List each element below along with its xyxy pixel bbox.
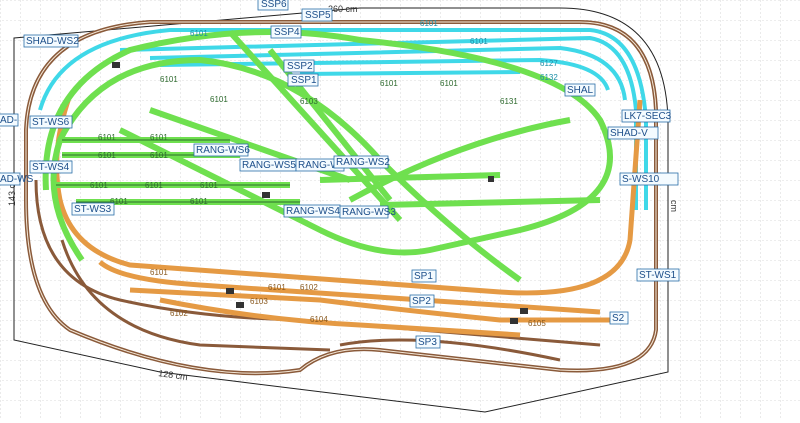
- label-ssp1[interactable]: SSP1: [287, 73, 319, 87]
- track-number: 6101: [150, 151, 168, 160]
- track-number: 6127: [540, 59, 558, 68]
- svg-text:RANG-WS5: RANG-WS5: [242, 160, 296, 171]
- svg-text:SHAL: SHAL: [567, 85, 594, 96]
- track-number: 6132: [540, 73, 558, 82]
- label-lk7-sec3[interactable]: LK7-SEC3: [621, 109, 672, 123]
- track-number: 6101: [160, 75, 178, 84]
- svg-text:ST-WS4: ST-WS4: [32, 162, 70, 173]
- track-number: 6101: [150, 268, 168, 277]
- track-plan-canvas: 260 cm 143 cm cm 128 cm 6101 6101 6101 6…: [0, 0, 800, 418]
- label-ssp2[interactable]: SSP2: [283, 59, 315, 73]
- track-number: 6104: [310, 315, 328, 324]
- label-ssp4[interactable]: SSP4: [270, 25, 302, 39]
- track-number: 6101: [380, 79, 398, 88]
- label-ad[interactable]: AD-: [0, 113, 19, 127]
- label-shal[interactable]: SHAL: [564, 83, 596, 97]
- track-number: 6101: [98, 133, 116, 142]
- svg-text:SHAD-V: SHAD-V: [610, 128, 648, 139]
- dimension-right: cm: [669, 200, 679, 212]
- track-number: 6101: [150, 133, 168, 142]
- svg-text:ST-WS6: ST-WS6: [32, 117, 70, 128]
- track-number: 6101: [210, 95, 228, 104]
- track-number: 6101: [200, 181, 218, 190]
- track-number: 6103: [250, 297, 268, 306]
- label-sp3[interactable]: SP3: [415, 335, 441, 349]
- track-number: 6131: [500, 97, 518, 106]
- track-number: 6101: [470, 37, 488, 46]
- label-shad-ws2[interactable]: SHAD-WS2: [23, 34, 79, 48]
- svg-text:SSP6: SSP6: [261, 0, 287, 10]
- svg-text:SP3: SP3: [418, 337, 437, 348]
- svg-text:SP1: SP1: [414, 271, 433, 282]
- track-number: 6101: [420, 19, 438, 28]
- dimension-top: 260 cm: [328, 4, 358, 14]
- label-rang-ws2[interactable]: RANG-WS2: [333, 155, 390, 169]
- track-plan-diagram: 260 cm 143 cm cm 128 cm 6101 6101 6101 6…: [0, 0, 800, 418]
- svg-text:RANG-WS6: RANG-WS6: [196, 145, 250, 156]
- svg-text:SP2: SP2: [412, 296, 431, 307]
- svg-text:RANG-WS2: RANG-WS2: [336, 157, 390, 168]
- label-rang-ws5[interactable]: RANG-WS5: [239, 158, 297, 172]
- svg-text:S2: S2: [612, 313, 625, 324]
- svg-text:AD-: AD-: [0, 115, 17, 126]
- svg-text:SSP4: SSP4: [274, 27, 300, 38]
- label-s-ws10[interactable]: S-WS10: [619, 172, 679, 186]
- track-number: 6102: [170, 309, 188, 318]
- svg-text:SSP5: SSP5: [305, 10, 331, 21]
- label-s2[interactable]: S2: [609, 311, 629, 325]
- label-st-ws3[interactable]: ST-WS3: [71, 202, 115, 216]
- label-sp1[interactable]: SP1: [411, 269, 437, 283]
- track-number: 6101: [268, 283, 286, 292]
- label-st-ws4[interactable]: ST-WS4: [29, 160, 73, 174]
- svg-text:RANG-WS4: RANG-WS4: [286, 206, 340, 217]
- svg-text:AD-WS: AD-WS: [0, 174, 34, 185]
- svg-text:S-WS10: S-WS10: [622, 174, 660, 185]
- track-number: 6101: [98, 151, 116, 160]
- track-number: 6103: [300, 97, 318, 106]
- label-sp2[interactable]: SP2: [409, 294, 435, 308]
- track-number: 6101: [190, 197, 208, 206]
- track-number: 6105: [528, 319, 546, 328]
- track-number: 6102: [300, 283, 318, 292]
- svg-text:ST-WS1: ST-WS1: [639, 270, 677, 281]
- label-rang-ws4[interactable]: RANG-WS4: [283, 204, 341, 218]
- svg-text:RANG-WS3: RANG-WS3: [342, 207, 396, 218]
- svg-text:ST-WS3: ST-WS3: [74, 204, 112, 215]
- label-ad-ws[interactable]: AD-WS: [0, 172, 34, 186]
- label-rang-ws6[interactable]: RANG-WS6: [193, 143, 250, 157]
- track-number: 6101: [90, 181, 108, 190]
- label-shad-v[interactable]: SHAD-V: [607, 126, 659, 140]
- track-number: 6101: [190, 29, 208, 38]
- label-st-ws1[interactable]: ST-WS1: [636, 268, 680, 282]
- svg-text:SSP1: SSP1: [291, 75, 317, 86]
- track-number: 6101: [440, 79, 458, 88]
- label-ssp6[interactable]: SSP6: [257, 0, 289, 11]
- label-st-ws6[interactable]: ST-WS6: [29, 115, 73, 129]
- svg-text:SHAD-WS2: SHAD-WS2: [26, 36, 79, 47]
- svg-text:LK7-SEC3: LK7-SEC3: [624, 111, 672, 122]
- label-rang-ws3[interactable]: RANG-WS3: [339, 205, 396, 219]
- track-number: 6101: [145, 181, 163, 190]
- svg-text:SSP2: SSP2: [287, 61, 313, 72]
- label-ssp5[interactable]: SSP5: [301, 8, 333, 22]
